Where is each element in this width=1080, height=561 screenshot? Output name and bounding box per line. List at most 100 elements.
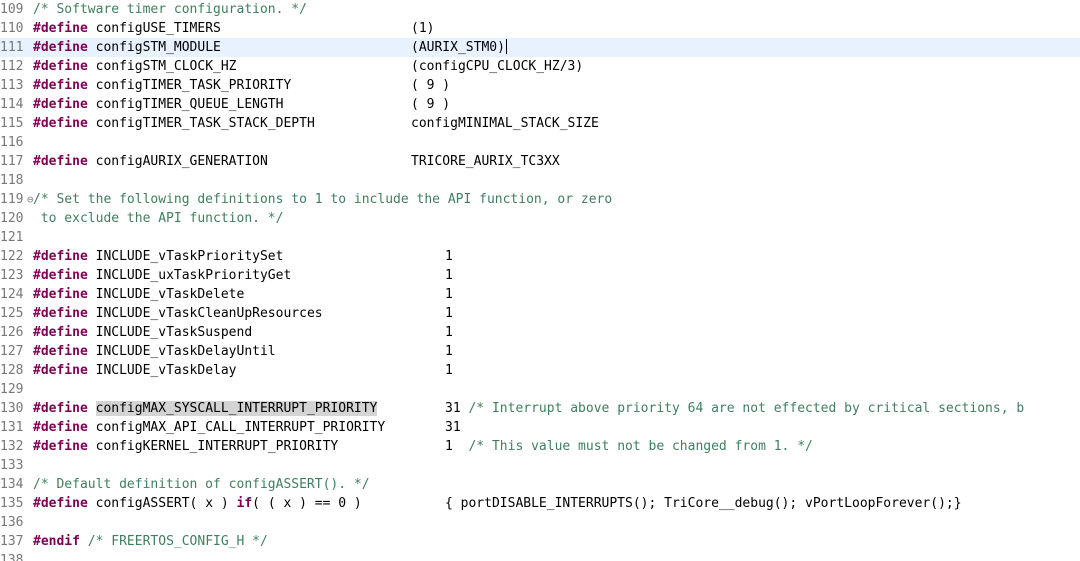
code-text: #define configTIMER_QUEUE_LENGTH <box>33 95 283 114</box>
code-line[interactable]: 128 #define INCLUDE_vTaskDelay 1 <box>0 361 1080 380</box>
code-line[interactable]: 121 <box>0 228 1080 247</box>
code-line[interactable]: 123 #define INCLUDE_uxTaskPriorityGet 1 <box>0 266 1080 285</box>
code-line[interactable]: 125 #define INCLUDE_vTaskCleanUpResources… <box>0 304 1080 323</box>
code-line[interactable]: 119 ⊖/* Set the following definitions to … <box>0 190 1080 209</box>
macro-value: (AURIX_STM0) <box>411 38 507 57</box>
macro-value: (configCPU_CLOCK_HZ/3) <box>411 57 583 76</box>
keyword-token: #define <box>33 21 88 36</box>
code-line[interactable]: 136 <box>0 513 1080 532</box>
line-number: 120 <box>0 211 24 226</box>
value-token: 31 <box>445 401 461 416</box>
keyword-token: #define <box>33 401 88 416</box>
code-line[interactable]: 117 #define configAURIX_GENERATION TRICORE… <box>0 152 1080 171</box>
identifier-token <box>88 401 96 416</box>
value-token: 1 <box>445 439 453 454</box>
code-line[interactable]: 111 #define configSTM_MODULE (AURIX_STM0) <box>0 38 1080 57</box>
line-number: 122 <box>0 249 24 264</box>
line-number: 131 <box>0 420 24 435</box>
code-text: #define configAURIX_GENERATION <box>33 152 268 171</box>
code-line[interactable]: 114 #define configTIMER_QUEUE_LENGTH ( 9 ) <box>0 95 1080 114</box>
identifier-token <box>80 534 88 549</box>
line-number: 114 <box>0 97 24 112</box>
code-line[interactable]: 135 #define configASSERT( x ) if( ( x ) =… <box>0 494 1080 513</box>
code-text: #define INCLUDE_vTaskCleanUpResources <box>33 304 323 323</box>
line-number: 135 <box>0 496 24 511</box>
value-token: 1 <box>445 268 453 283</box>
identifier-token: configMAX_API_CALL_INTERRUPT_PRIORITY <box>87 420 386 435</box>
code-text: #define configSTM_CLOCK_HZ <box>33 57 237 76</box>
value-token: configMINIMAL_STACK_SIZE <box>411 116 599 131</box>
comment-token: /* Software timer configuration. */ <box>33 2 307 17</box>
keyword-token: if <box>236 496 253 511</box>
identifier-token: configUSE_TIMERS <box>87 21 221 36</box>
code-line[interactable]: 134 /* Default definition of configASSERT… <box>0 475 1080 494</box>
value-token: (configCPU_CLOCK_HZ/3) <box>411 59 584 74</box>
line-number: 136 <box>0 515 24 530</box>
code-line[interactable]: 132 #define configKERNEL_INTERRUPT_PRIORI… <box>0 437 1080 456</box>
keyword-token: #define <box>33 97 88 112</box>
code-line[interactable]: 118 <box>0 171 1080 190</box>
code-line[interactable]: 131 #define configMAX_API_CALL_INTERRUPT_… <box>0 418 1080 437</box>
keyword-token: #define <box>33 325 88 340</box>
code-line[interactable]: 124 #define INCLUDE_vTaskDelete 1 <box>0 285 1080 304</box>
code-text: #define INCLUDE_vTaskDelay <box>33 361 237 380</box>
code-line[interactable]: 130 #define configMAX_SYSCALL_INTERRUPT_P… <box>0 399 1080 418</box>
line-number: 109 <box>0 2 24 17</box>
code-text: #define INCLUDE_vTaskDelete <box>33 285 244 304</box>
value-token: 31 <box>445 420 461 435</box>
code-line[interactable]: 113 #define configTIMER_TASK_PRIORITY ( 9 … <box>0 76 1080 95</box>
value-token: 1 <box>445 363 453 378</box>
line-number: 125 <box>0 306 24 321</box>
code-line[interactable]: 127 #define INCLUDE_vTaskDelayUntil 1 <box>0 342 1080 361</box>
macro-value: 1 <box>445 342 453 361</box>
code-line[interactable]: 129 <box>0 380 1080 399</box>
macro-value: ( 9 ) <box>411 95 450 114</box>
line-number: 134 <box>0 477 24 492</box>
code-line[interactable]: 138 <box>0 551 1080 561</box>
keyword-token: #endif <box>33 534 80 549</box>
code-line[interactable]: 109 /* Software timer configuration. */ <box>0 0 1080 19</box>
line-number: 112 <box>0 59 24 74</box>
macro-value: configMINIMAL_STACK_SIZE <box>411 114 599 133</box>
keyword-token: #define <box>33 287 88 302</box>
code-line[interactable]: 120 to exclude the API function. */ <box>0 209 1080 228</box>
line-number: 115 <box>0 116 24 131</box>
line-number: 132 <box>0 439 24 454</box>
code-line[interactable]: 112 #define configSTM_CLOCK_HZ (configCPU_… <box>0 57 1080 76</box>
line-number: 137 <box>0 534 24 549</box>
code-text: #define configASSERT( x ) if( ( x ) == 0… <box>33 494 362 513</box>
line-number: 113 <box>0 78 24 93</box>
code-text: #define configKERNEL_INTERRUPT_PRIORITY <box>33 437 338 456</box>
code-line[interactable]: 137 #endif /* FREERTOS_CONFIG_H */ <box>0 532 1080 551</box>
code-text: #define configMAX_SYSCALL_INTERRUPT_PRIO… <box>33 399 378 418</box>
line-number: 138 <box>0 553 24 561</box>
keyword-token: #define <box>33 78 88 93</box>
identifier-token: configASSERT( x ) <box>87 496 237 511</box>
comment-token: /* This value must not be changed from 1… <box>452 439 813 454</box>
macro-value: { portDISABLE_INTERRUPTS(); TriCore__deb… <box>445 494 962 513</box>
line-number: 116 <box>0 135 24 150</box>
code-line[interactable]: 110 #define configUSE_TIMERS (1) <box>0 19 1080 38</box>
value-token: 1 <box>445 344 453 359</box>
code-line[interactable]: 116 <box>0 133 1080 152</box>
code-line[interactable]: 115 #define configTIMER_TASK_STACK_DEPTH c… <box>0 114 1080 133</box>
code-text: #define configTIMER_TASK_STACK_DEPTH <box>33 114 315 133</box>
macro-value: TRICORE_AURIX_TC3XX <box>411 152 560 171</box>
macro-value: 31 <box>445 418 461 437</box>
keyword-token: #define <box>33 59 88 74</box>
keyword-token: #define <box>33 496 88 511</box>
code-text: /* Software timer configuration. */ <box>33 0 307 19</box>
value-token: { portDISABLE_INTERRUPTS(); TriCore__deb… <box>445 496 962 511</box>
code-line[interactable]: 133 <box>0 456 1080 475</box>
code-line[interactable]: 122 #define INCLUDE_vTaskPrioritySet 1 <box>0 247 1080 266</box>
code-text: #define INCLUDE_uxTaskPriorityGet <box>33 266 291 285</box>
identifier-token: configTIMER_TASK_PRIORITY <box>87 78 292 93</box>
identifier-token: configTIMER_QUEUE_LENGTH <box>87 97 284 112</box>
line-number: 130 <box>0 401 24 416</box>
code-line[interactable]: 126 #define INCLUDE_vTaskSuspend 1 <box>0 323 1080 342</box>
macro-value: (1) <box>411 19 434 38</box>
macro-value: 1 <box>445 323 453 342</box>
macro-value: 31 /* Interrupt above priority 64 are no… <box>445 399 1024 418</box>
identifier-token: ( ( x ) == 0 ) <box>252 496 362 511</box>
code-editor[interactable]: 109/* Software timer configuration. */11… <box>0 0 1080 561</box>
